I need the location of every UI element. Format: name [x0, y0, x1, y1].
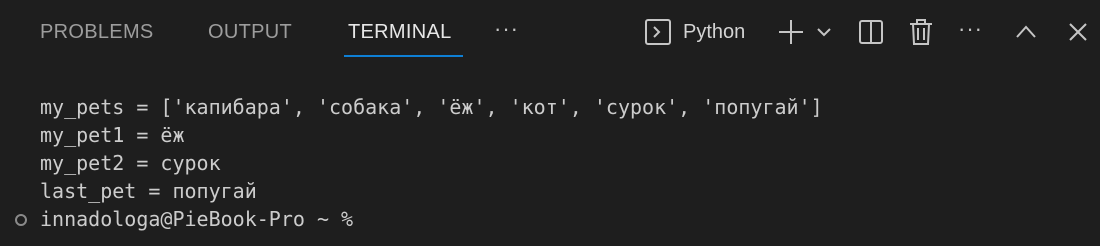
trash-icon[interactable] [906, 16, 936, 48]
tab-overflow-button[interactable]: ··· [494, 18, 519, 46]
split-editor-icon[interactable] [856, 16, 886, 48]
chevron-down-icon[interactable] [814, 16, 834, 48]
terminal-prompt: innadologa@PieBook-Pro ~ % [40, 207, 354, 231]
plus-icon[interactable] [776, 16, 806, 48]
terminal-panel: PROBLEMS OUTPUT TERMINAL ··· Python ··· … [0, 0, 1100, 246]
terminal-line: my_pet2 = сурок [40, 151, 221, 175]
terminal-line: my_pet1 = ёж [40, 123, 185, 147]
ellipsis-icon[interactable]: ··· [958, 18, 983, 46]
tab-terminal[interactable]: TERMINAL [348, 18, 452, 46]
tab-problems[interactable]: PROBLEMS [40, 18, 154, 46]
panel-tab-bar: PROBLEMS OUTPUT TERMINAL ··· Python ··· [0, 0, 1100, 64]
terminal-line: last_pet = попугай [40, 179, 257, 203]
tab-output[interactable]: OUTPUT [208, 18, 292, 46]
terminal-line: my_pets = ['капибара', 'собака', 'ёж', '… [40, 95, 823, 119]
active-tab-indicator [344, 55, 463, 57]
chevron-up-icon[interactable] [1012, 16, 1040, 48]
close-icon[interactable] [1064, 16, 1092, 48]
command-decoration-icon[interactable] [15, 214, 27, 226]
terminal-shell-label[interactable]: Python [683, 18, 745, 46]
terminal-shell-icon[interactable] [642, 16, 674, 48]
